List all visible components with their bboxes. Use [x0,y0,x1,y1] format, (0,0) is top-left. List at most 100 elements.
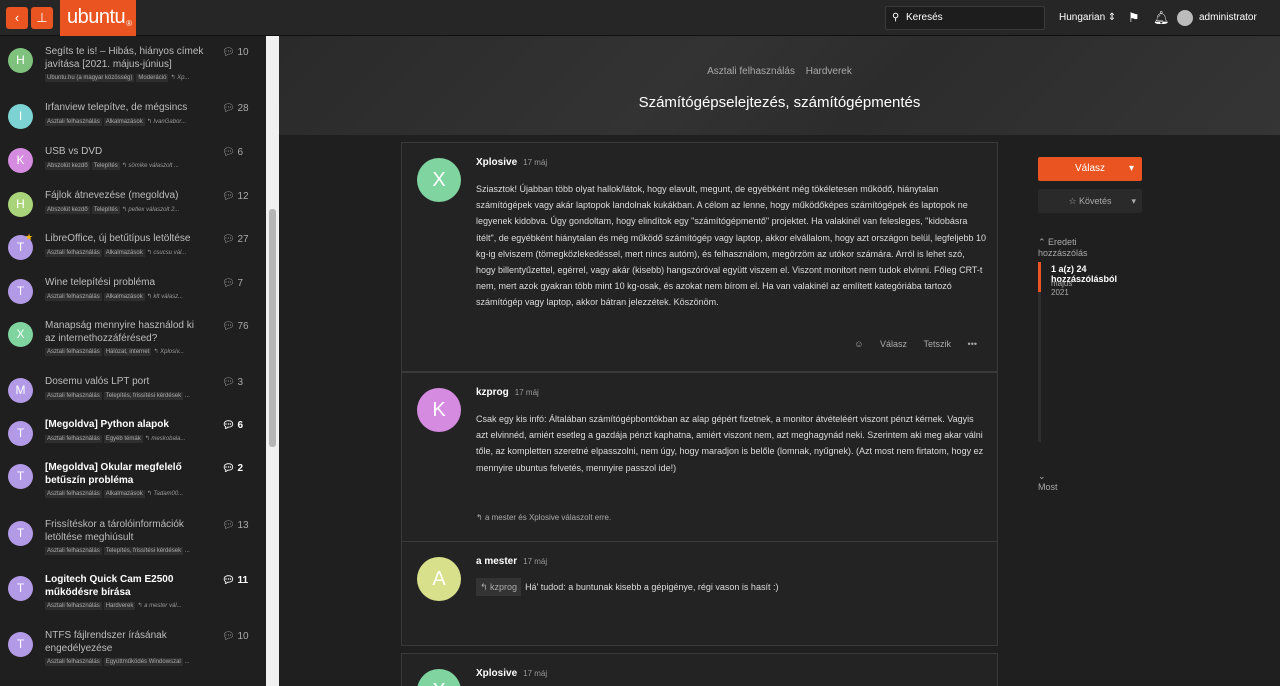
page-title: Számítógépselejtezés, számítógépmentés [638,94,921,111]
breadcrumb: Asztali felhasználás Hardverek [279,66,1280,77]
topic-sidebar: H Segíts te is! – Hibás, hiányos címek j… [0,36,266,686]
topic-tags: Abszolút kezdő Telepítés ↰ sömike válaszol… [45,162,180,170]
topic-title[interactable]: USB vs DVD [45,146,205,159]
post-body: Sziasztok! Újabban több olyat hallok/lát… [476,184,987,308]
sidebar-scrollbar[interactable] [266,36,279,686]
avatar[interactable] [1177,10,1193,26]
like-button[interactable]: Tetszik [924,339,952,349]
more-icon[interactable]: ••• [968,339,977,349]
username[interactable]: administrator [1199,12,1257,23]
reply-count: 💬︎ 2 [222,463,244,474]
post: X Xplosive17 máj [401,653,998,686]
search-icon: ⚲ [892,12,900,23]
avatar: T [8,464,33,489]
caret-icon[interactable]: ▾ [1129,157,1134,181]
timeline-date: május 2021 [1051,279,1073,297]
topic-tags: Asztali felhasználás Alkalmazások ↰ csucsu… [45,249,187,257]
search-input[interactable]: ⚲ Keresés [885,6,1045,30]
reply-count: 💬︎ 6 [222,420,244,431]
topic-tags: Asztali felhasználás Telepítés, frissítés… [45,547,191,555]
original-post-link[interactable]: ⌃ Eredeti hozzászólás [1038,237,1088,258]
topic-title[interactable]: Wine telepítési probléma [45,277,205,290]
back-icon[interactable]: ‹ [6,7,28,29]
avatar[interactable]: X [417,669,461,686]
reply-button[interactable]: Válasz ▾ [1038,157,1142,181]
topic-title[interactable]: Logitech Quick Cam E2500 működésre bírás… [45,574,205,599]
replies-link[interactable]: ↰ a mester és Xplosive válaszolt erre. [476,513,611,522]
reply-button[interactable]: Válasz [880,339,907,349]
reply-count: 💬︎ 6 [222,147,244,158]
breadcrumb-category[interactable]: Asztali felhasználás [707,66,795,77]
star-icon: ☆ [1068,196,1077,206]
topic-tags: Asztali felhasználás Hálózat, internet ↰ X… [45,348,184,356]
topic-title[interactable]: Fájlok átnevezése (megoldva) [45,190,205,203]
quote-user[interactable]: ↰ kzprog [476,578,522,597]
topic-tags: Asztali felhasználás Telepítés, frissítés… [45,392,191,400]
post-author[interactable]: Xplosive 17 máj [476,668,547,679]
reply-count: 💬︎ 12 [222,191,249,202]
timeline-scroller[interactable] [1038,262,1041,442]
timeline-handle[interactable] [1038,262,1041,292]
reply-count: 💬︎ 10 [222,631,249,642]
scrollbar-thumb[interactable] [269,209,276,447]
avatar: T [8,279,33,304]
post-date[interactable]: 17 máj [523,669,547,678]
topic-title[interactable]: Frissítéskor a tárolóinformációk letölté… [45,519,205,544]
topic-title[interactable]: [Megoldva] Python alapok [45,419,205,432]
topic-title[interactable]: [Megoldva] Okular megfelelő betűszín pro… [45,462,205,487]
reply-count: 💬︎ 13 [222,520,249,531]
bell-icon[interactable]: 🔔︎ [1153,10,1170,26]
reply-count: 💬︎ 3 [222,377,244,388]
post-date[interactable]: 17 máj [523,158,547,167]
breadcrumb-subcategory[interactable]: Hardverek [806,66,852,77]
post-author[interactable]: Xplosive 17 máj [476,157,547,168]
topic-title[interactable]: Irfanview telepítve, de mégsincs [45,102,205,115]
post-date[interactable]: 17 máj [523,557,547,566]
flag-icon[interactable]: ⚑ [1128,10,1140,26]
post: K kzprog 17 máj Csak egy kis infó: Általá… [401,372,998,542]
topic-title[interactable]: LibreOffice, új betűtípus letöltése [45,233,205,246]
topic-tags: Asztali felhasználás Hardverek ↰ a mester … [45,602,182,610]
reply-count: 💬︎ 27 [222,234,249,245]
pin-icon[interactable]: ⊥ [31,7,53,29]
now-link[interactable]: ⌄ Most [1038,471,1058,492]
avatar: I [8,104,33,129]
avatar: T [8,576,33,601]
topic-title[interactable]: Manapság mennyire használod ki az intern… [45,320,205,345]
top-bar: ‹ ⊥ ubuntu® ⚲ Keresés Hungarian ⇕ ⚑ 🔔︎ ad… [0,0,1280,36]
reply-count: 💬︎ 28 [222,103,249,114]
reply-count: 💬︎ 76 [222,321,249,332]
topic-title[interactable]: Dosemu valós LPT port [45,376,205,389]
topic-tags: Asztali felhasználás Alkalmazások ↰ klt vá… [45,293,184,301]
topic-tags: Asztali felhasználás Együttműködés Window… [45,658,190,666]
language-select[interactable]: Hungarian ⇕ [1059,12,1116,23]
topic-tags: Abszolút kezdő Telepítés ↰ petlex válaszol… [45,206,180,214]
avatar: K [8,148,33,173]
avatar[interactable]: X [417,158,461,202]
post-author[interactable]: a mester 17 máj [476,556,547,567]
topic-tags: Asztali felhasználás Egyéb témák ↰ meskoba… [45,435,186,443]
reply-count: 💬︎ 7 [222,278,244,289]
avatar[interactable]: K [417,388,461,432]
topic-banner: Asztali felhasználás Hardverek Számítógé… [279,36,1280,135]
emoji-icon[interactable]: ☺ [854,339,863,349]
star-icon: ★ [25,232,34,242]
post: X Xplosive 17 máj Sziasztok! Újabban több… [401,142,998,372]
avatar: T [8,521,33,546]
topic-title[interactable]: Segíts te is! – Hibás, hiányos címek jav… [45,46,205,71]
avatar: T [8,632,33,657]
topic-title[interactable]: NTFS fájlrendszer írásának engedélyezése [45,630,205,655]
avatar: T [8,421,33,446]
post-author[interactable]: kzprog 17 máj [476,387,539,398]
post-date[interactable]: 17 máj [515,388,539,397]
ubuntu-logo[interactable]: ubuntu® [60,0,136,36]
caret-icon[interactable]: ▾ [1131,189,1136,213]
avatar: H [8,48,33,73]
post-actions: ☺ Válasz Tetszik ••• [840,339,977,349]
reply-count: 💬︎ 10 [222,47,249,58]
reply-count: 💬︎ 11 [222,575,249,586]
follow-button[interactable]: ☆ Követés ▾ [1038,189,1142,213]
avatar: H [8,192,33,217]
avatar[interactable]: A [417,557,461,601]
topic-tags: Asztali felhasználás Alkalmazások ↰ Tadam0… [45,490,184,498]
